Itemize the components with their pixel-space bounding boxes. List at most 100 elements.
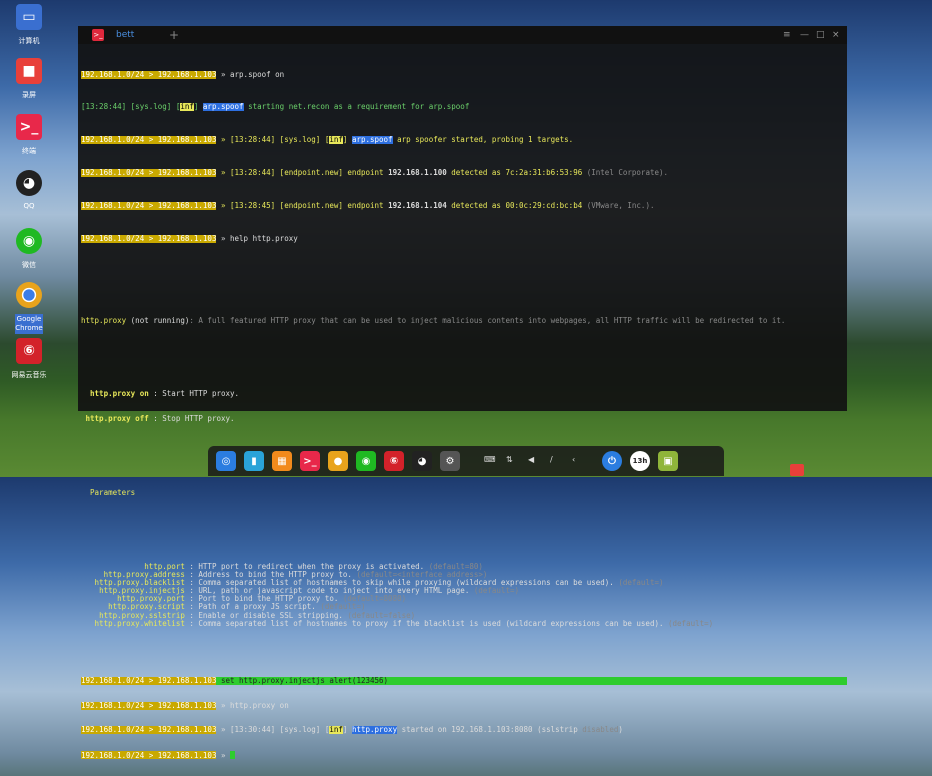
- param-default: (default=80): [428, 562, 483, 571]
- param-name: http.proxy.injectjs: [99, 587, 185, 596]
- param-default: (default=false): [347, 611, 416, 620]
- param-default: (default=): [668, 619, 714, 628]
- wechat-icon[interactable]: ◉: [356, 451, 376, 471]
- param-default: (default=): [320, 603, 366, 612]
- terminal-tab[interactable]: >_ bett +: [92, 29, 184, 42]
- terminal-line: 192.168.1.0/24 > 192.168.1.103 » [13:28:…: [81, 169, 669, 177]
- param-desc: : Path of a proxy JS script.: [184, 603, 321, 612]
- param-name: http.proxy.port: [117, 595, 185, 604]
- prompt: 192.168.1.0/24 > 192.168.1.103: [81, 701, 217, 710]
- desktop-icon-qq[interactable]: ◕ QQ: [6, 170, 52, 210]
- terminal-line: 192.168.1.0/24 > 192.168.1.103 »: [81, 751, 847, 760]
- power-icon[interactable]: ⏻: [602, 451, 622, 471]
- desktop-icon-screen-record[interactable]: ■ 录屏: [6, 58, 52, 100]
- menu-button[interactable]: ≡: [783, 29, 791, 41]
- desktop-icon-label: 录屏: [22, 91, 36, 99]
- network-icon[interactable]: ⇅: [506, 455, 513, 464]
- desktop-icon-label: 网易云音乐: [11, 371, 47, 379]
- param-name: http.proxy.script: [108, 603, 185, 612]
- chrome-icon: [16, 282, 42, 308]
- terminal-icon[interactable]: >_: [300, 451, 320, 471]
- param-line: http.proxy.port : Port to bind the HTTP …: [81, 595, 847, 603]
- launcher-icon[interactable]: ◎: [216, 451, 236, 471]
- param-line: http.proxy.whitelist : Comma separated l…: [81, 620, 847, 628]
- param-default: (default=): [473, 587, 519, 596]
- keyboard-icon[interactable]: ⌨: [484, 455, 496, 464]
- terminal-tab-label: bett: [116, 30, 135, 40]
- terminal-icon: >_: [16, 114, 42, 140]
- terminal-line: 192.168.1.0/24 > 192.168.1.103 » [13:28:…: [81, 136, 574, 145]
- terminal-line: Parameters: [90, 488, 136, 497]
- param-line: http.proxy.address : Address to bind the…: [81, 571, 847, 579]
- clock-icon[interactable]: 13h: [630, 451, 650, 471]
- param-desc: : HTTP port to redirect when the proxy i…: [184, 562, 429, 571]
- arrow-left-icon[interactable]: ‹: [572, 455, 575, 464]
- terminal-output[interactable]: 192.168.1.0/24 > 192.168.1.103 » arp.spo…: [81, 46, 847, 776]
- prompt: 192.168.1.0/24 > 192.168.1.103: [81, 677, 217, 686]
- terminal-cursor: [230, 751, 236, 759]
- terminal-line: http.proxy off : Stop HTTP proxy.: [85, 414, 235, 423]
- app-store-icon[interactable]: ▦: [272, 451, 292, 471]
- chrome-icon[interactable]: ●: [328, 451, 348, 471]
- dock: ◎ ▮ ▦ >_ ● ◉ ⑥ ◕ ⚙ ⌨ ⇅ ◀ / ‹ ⏻ 13h ▣: [208, 446, 724, 476]
- param-desc: : Enable or disable SSL stripping.: [184, 611, 348, 620]
- param-name: http.proxy.sslstrip: [99, 611, 185, 620]
- param-name: http.proxy.address: [103, 570, 185, 579]
- terminal-line: 192.168.1.0/24 > 192.168.1.103 set http.…: [81, 677, 847, 686]
- new-tab-button[interactable]: +: [169, 29, 179, 41]
- prompt: 192.168.1.0/24 > 192.168.1.103: [81, 234, 217, 243]
- desktop-icon-label: 微信: [22, 261, 36, 269]
- desktop-icon-label: 终端: [22, 147, 36, 155]
- prompt: 192.168.1.0/24 > 192.168.1.103: [81, 70, 217, 79]
- param-name: http.proxy.whitelist: [94, 619, 185, 628]
- qq-penguin-icon: ◕: [16, 170, 42, 196]
- desktop-icon-computer[interactable]: ▭ 计算机: [6, 4, 52, 46]
- close-button[interactable]: ×: [832, 29, 840, 41]
- terminal-titlebar[interactable]: >_ bett + ≡ — □ ×: [78, 26, 847, 44]
- qq-penguin-icon[interactable]: ◕: [412, 451, 432, 471]
- terminal-line: 192.168.1.0/24 > 192.168.1.103 » [13:30:…: [81, 726, 623, 735]
- terminal-window[interactable]: >_ bett + ≡ — □ × 192.168.1.0/24 > 192.1…: [78, 26, 847, 760]
- param-desc: : Comma separated list of hostnames to p…: [184, 619, 669, 628]
- prompt: 192.168.1.0/24 > 192.168.1.103: [81, 136, 217, 145]
- pen-icon[interactable]: /: [550, 455, 553, 464]
- param-desc: : Address to bind the HTTP proxy to.: [184, 570, 357, 579]
- volume-icon[interactable]: ◀: [528, 455, 534, 464]
- param-line: http.port : HTTP port to redirect when t…: [81, 563, 847, 571]
- terminal-line: 192.168.1.0/24 > 192.168.1.103 » http.pr…: [81, 701, 289, 710]
- desktop-icon-netease-music[interactable]: ⑥ 网易云音乐: [6, 338, 52, 380]
- maximize-button[interactable]: □: [816, 29, 825, 41]
- desktop-icon-label: 计算机: [18, 37, 40, 45]
- tray-flag-icon[interactable]: [790, 464, 804, 476]
- param-desc: : Comma separated list of hostnames to s…: [184, 578, 619, 587]
- netease-music-icon: ⑥: [16, 338, 42, 364]
- param-default: (default=): [618, 578, 664, 587]
- param-default: (default=<interface address>): [356, 570, 488, 579]
- terminal-line: 192.168.1.0/24 > 192.168.1.103 » help ht…: [81, 234, 298, 243]
- computer-icon: ▭: [16, 4, 42, 30]
- trash-icon[interactable]: ▣: [658, 451, 678, 471]
- netease-music-icon[interactable]: ⑥: [384, 451, 404, 471]
- param-line: http.proxy.blacklist : Comma separated l…: [81, 579, 847, 587]
- desktop-icon-terminal[interactable]: >_ 终端: [6, 114, 52, 156]
- screen-record-icon: ■: [16, 58, 42, 84]
- param-line: http.proxy.script : Path of a proxy JS s…: [81, 603, 847, 611]
- terminal-line: [13:28:44] [sys.log] [inf] arp.spoof sta…: [81, 103, 470, 112]
- file-manager-icon[interactable]: ▮: [244, 451, 264, 471]
- prompt: 192.168.1.0/24 > 192.168.1.103: [81, 751, 217, 760]
- minimize-button[interactable]: —: [800, 29, 809, 41]
- param-line: http.proxy.injectjs : URL, path or javas…: [81, 587, 847, 595]
- terminal-tab-icon: >_: [92, 29, 104, 41]
- terminal-line: 192.168.1.0/24 > 192.168.1.103 » arp.spo…: [81, 70, 285, 79]
- prompt: 192.168.1.0/24 > 192.168.1.103: [81, 201, 217, 210]
- desktop-icon-chrome[interactable]: Google Chrome: [6, 282, 52, 334]
- prompt: 192.168.1.0/24 > 192.168.1.103: [81, 726, 217, 735]
- terminal-line: 192.168.1.0/24 > 192.168.1.103 » [13:28:…: [81, 201, 655, 210]
- param-name: http.port: [144, 562, 185, 571]
- param-default: (default=8080): [342, 595, 407, 604]
- desktop-icon-label: Google Chrome: [15, 314, 43, 334]
- settings-icon[interactable]: ⚙: [440, 451, 460, 471]
- param-desc: : URL, path or javascript code to inject…: [184, 587, 474, 596]
- wechat-icon: ◉: [16, 228, 42, 254]
- desktop-icon-wechat[interactable]: ◉ 微信: [6, 228, 52, 270]
